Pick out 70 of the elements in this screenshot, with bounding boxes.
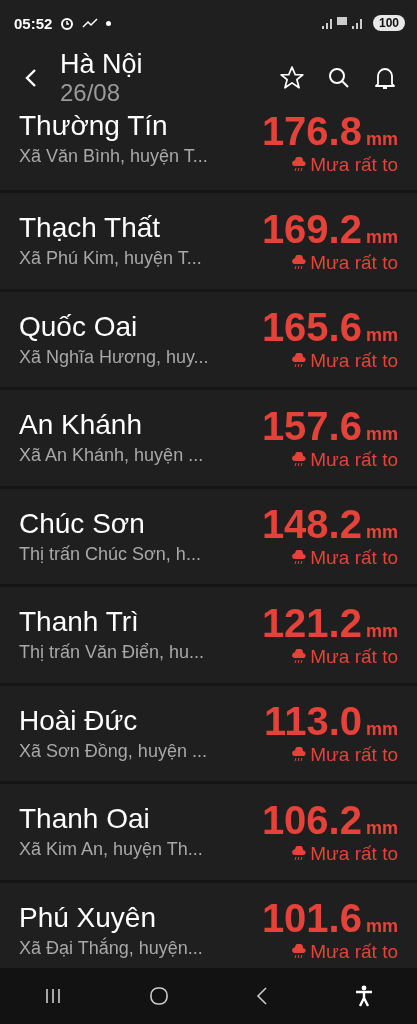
rainfall-unit: mm (366, 226, 398, 248)
rain-cloud-icon (291, 648, 308, 665)
station-location: Xã Văn Bình, huyện T... (19, 146, 209, 167)
station-name: Thanh Trì (19, 606, 140, 639)
search-icon[interactable] (327, 66, 351, 90)
accessibility-icon[interactable] (355, 985, 374, 1007)
rain-condition: Mưa rất to (310, 350, 398, 373)
station-name: Thường Tín (19, 110, 169, 142)
rain-cloud-icon (291, 747, 308, 764)
rainfall-amount: 169.2 (261, 207, 362, 250)
rain-cloud-icon (291, 944, 308, 961)
alarm-icon (60, 16, 75, 30)
rainfall-amount: 157.6 (261, 404, 362, 447)
rain-condition: Mưa rất to (310, 645, 398, 668)
dot-icon (106, 20, 112, 26)
station-name: An Khánh (19, 409, 143, 442)
rainfall-unit: mm (366, 620, 398, 642)
station-location: Xã An Khánh, huyện ... (19, 445, 205, 467)
rain-condition: Mưa rất to (310, 448, 398, 471)
date-label: 26/08 (60, 79, 122, 107)
battery-indicator: 100 (372, 15, 405, 31)
trend-icon (82, 18, 99, 28)
back-nav-icon[interactable] (256, 986, 269, 1006)
station-location: Xã Nghĩa Hương, huy... (19, 346, 210, 368)
rain-cloud-icon (291, 353, 308, 370)
rainfall-amount: 106.2 (261, 798, 362, 841)
station-name: Thạch Thất (19, 212, 162, 245)
rainfall-amount: 121.2 (261, 601, 362, 644)
rainfall-amount: 148.2 (261, 503, 362, 546)
rain-cloud-icon (291, 451, 308, 468)
rainfall-unit: mm (366, 325, 398, 347)
rainfall-amount: 176.8 (261, 110, 362, 152)
rainfall-unit: mm (366, 423, 398, 445)
home-icon[interactable] (148, 986, 169, 1006)
rain-condition: Mưa rất to (310, 547, 398, 570)
rainfall-unit: mm (366, 916, 398, 938)
rainfall-amount: 113.0 (264, 700, 362, 743)
rainfall-unit: mm (366, 719, 398, 741)
rain-condition: Mưa rất to (310, 941, 398, 964)
station-name: Hoài Đức (19, 704, 139, 737)
station-location: Xã Kim An, huyện Th... (19, 839, 204, 861)
rainfall-amount: 101.6 (261, 897, 362, 940)
city-title: Hà Nội (60, 49, 144, 79)
station-location: Xã Sơn Đồng, huyện ... (19, 740, 208, 762)
station-name: Quốc Oai (19, 310, 139, 343)
rainfall-unit: mm (366, 817, 398, 839)
rainfall-unit: mm (366, 129, 398, 150)
rainfall-unit: mm (366, 522, 398, 544)
rain-condition: Mưa rất to (310, 744, 398, 767)
bell-icon[interactable] (373, 65, 397, 91)
status-time: 05:52 (14, 14, 53, 32)
station-location: Xã Đại Thắng, huyện... (19, 937, 204, 959)
signal-icon (320, 16, 365, 30)
station-location: Xã Phú Kim, huyện T... (19, 248, 203, 270)
rain-condition: Mưa rất to (310, 154, 398, 176)
rain-cloud-icon (291, 254, 308, 271)
rain-cloud-icon (291, 550, 308, 567)
rain-condition: Mưa rất to (310, 842, 398, 865)
station-name: Chúc Sơn (19, 507, 146, 540)
station-location: Thị trấn Văn Điển, hu... (19, 642, 206, 664)
star-icon[interactable] (279, 65, 305, 91)
rain-cloud-icon (291, 157, 308, 173)
station-name: Thanh Oai (19, 803, 151, 836)
station-name: Phú Xuyên (19, 901, 157, 934)
station-location: Thị trấn Chúc Sơn, h... (19, 543, 202, 565)
rainfall-amount: 165.6 (261, 306, 362, 349)
rain-condition: Mưa rất to (310, 251, 398, 274)
back-icon[interactable] (24, 67, 38, 89)
rain-cloud-icon (291, 845, 308, 862)
recent-apps-icon[interactable] (43, 988, 62, 1004)
